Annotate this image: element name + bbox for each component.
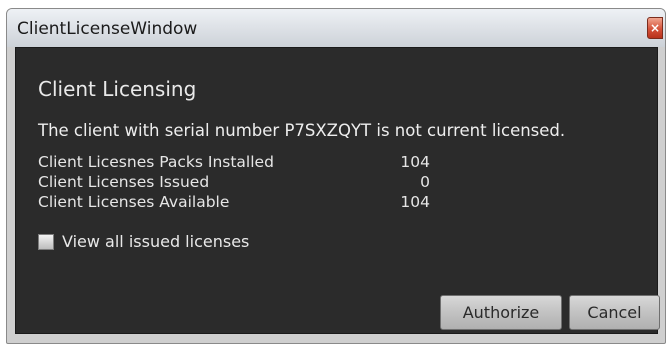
stat-value: 104	[400, 193, 430, 211]
close-button[interactable]: ×	[647, 17, 663, 39]
license-message: The client with serial number P7SXZQYT i…	[38, 121, 566, 140]
view-issued-licenses-label[interactable]: View all issued licenses	[62, 232, 249, 251]
cancel-button[interactable]: Cancel	[569, 295, 660, 330]
view-issued-licenses-checkbox[interactable]	[38, 233, 54, 250]
stat-value: 0	[420, 173, 430, 191]
stat-row-packs-installed: Client Licesnes Packs Installed 104	[38, 153, 458, 173]
stat-row-licenses-issued: Client Licenses Issued 0	[38, 173, 458, 193]
view-issued-licenses-option[interactable]: View all issued licenses	[38, 232, 249, 251]
stat-row-licenses-available: Client Licenses Available 104	[38, 193, 458, 213]
title-bar[interactable]: ClientLicenseWindow ×	[7, 9, 665, 47]
stat-label: Client Licenses Available	[38, 193, 230, 211]
close-icon: ×	[649, 21, 661, 35]
stat-label: Client Licesnes Packs Installed	[38, 153, 274, 171]
authorize-button[interactable]: Authorize	[440, 295, 562, 330]
dialog-heading: Client Licensing	[38, 77, 197, 101]
stat-label: Client Licenses Issued	[38, 173, 210, 191]
client-license-window: ClientLicenseWindow × Client Licensing T…	[6, 8, 666, 344]
window-title: ClientLicenseWindow	[17, 19, 198, 39]
stat-value: 104	[400, 153, 430, 171]
dialog-content: Client Licensing The client with serial …	[15, 47, 660, 334]
license-stats: Client Licesnes Packs Installed 104 Clie…	[38, 153, 458, 213]
